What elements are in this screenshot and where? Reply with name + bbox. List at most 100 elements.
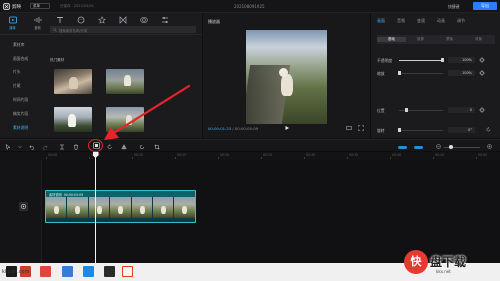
tab-animation[interactable]: 动画 <box>437 18 445 24</box>
video-preview[interactable] <box>246 30 327 124</box>
subtab-mask[interactable]: 蒙版 <box>435 37 464 42</box>
video-clip[interactable]: 素材说明 00:00:05:09 <box>45 190 196 223</box>
opacity-knob[interactable] <box>441 58 444 62</box>
media-thumbnail[interactable] <box>54 69 92 94</box>
zoom-knob[interactable] <box>449 145 453 149</box>
clip-frame <box>110 197 132 218</box>
position-value[interactable]: 0 <box>448 107 475 113</box>
select-icon[interactable] <box>5 144 11 150</box>
tab-prop-audio[interactable]: 音频 <box>397 18 405 24</box>
subtab-background[interactable]: 背景 <box>464 37 493 42</box>
tab-picture[interactable]: 画面 <box>377 18 385 24</box>
sidebar-item-outro[interactable]: 片尾 <box>13 83 21 89</box>
subtab-basic[interactable]: 基础 <box>377 37 406 42</box>
app-taskbar-icon[interactable] <box>122 266 133 277</box>
reverse-icon[interactable] <box>107 144 113 150</box>
app-taskbar-icon[interactable] <box>62 266 73 277</box>
rotate-clip-icon[interactable] <box>139 144 145 150</box>
shortcut-button[interactable]: 快捷键 <box>448 4 459 12</box>
tab-audio[interactable]: 音频 <box>29 15 46 33</box>
subtab-cutout[interactable]: 抠像 <box>406 37 435 42</box>
ruler-tick <box>347 157 348 159</box>
scale-slider[interactable] <box>399 73 443 74</box>
draft-status: 已保存 · 2022/04/01 <box>60 4 95 8</box>
media-icon <box>8 16 17 24</box>
timeline-ruler[interactable] <box>0 152 500 160</box>
ratio-icon[interactable] <box>346 125 352 131</box>
sidebar-item-library[interactable]: 素材库 <box>13 42 24 48</box>
properties-panel: 画面 音频 变速 动画 调节 基础 抠像 蒙版 背景 <box>371 13 500 138</box>
transition-icon <box>119 16 126 24</box>
text-icon <box>56 17 63 23</box>
project-title: 202108091925 <box>234 3 265 9</box>
adjust-icon <box>161 17 168 23</box>
ruler-tick-label: 00:25 <box>263 153 273 157</box>
sidebar-item-notes[interactable]: 素材说明 <box>13 125 28 131</box>
tab-media[interactable]: 媒体 <box>4 15 21 33</box>
crop-icon[interactable] <box>154 144 160 150</box>
clip-frame <box>67 197 89 218</box>
clip-frame <box>153 197 175 218</box>
zoom-out-icon[interactable] <box>436 144 441 149</box>
split-icon[interactable] <box>59 144 65 150</box>
undo-icon[interactable] <box>29 144 35 150</box>
title-bar: 剪映 菜单 已保存 · 2022/04/01 202108091925 快捷键 … <box>0 0 500 13</box>
ruler-tick <box>89 157 90 159</box>
ruler-tick <box>218 157 219 159</box>
delete-icon[interactable] <box>73 144 79 150</box>
tab-prop-adjust[interactable]: 调节 <box>457 18 465 24</box>
mirror-icon[interactable] <box>121 144 127 150</box>
track-cover-icon[interactable] <box>19 202 28 211</box>
play-icon[interactable] <box>284 125 290 131</box>
chevron-down-icon[interactable] <box>17 144 23 150</box>
total-time: 00:00:05:09 <box>234 126 259 131</box>
opacity-slider[interactable] <box>399 60 443 61</box>
ruler-tick-label: 00:50 <box>478 153 488 157</box>
magnet-toggle[interactable] <box>398 146 407 149</box>
opacity-value[interactable]: 100% <box>448 57 475 63</box>
scale-knob[interactable] <box>398 71 401 75</box>
zoom-in-icon[interactable] <box>487 144 492 149</box>
rotate-icon[interactable] <box>486 127 491 132</box>
search-icon <box>53 27 57 32</box>
scale-value[interactable]: 100% <box>448 70 475 76</box>
export-button[interactable]: 导出 <box>473 2 497 10</box>
ruler-tick-label: 00:10 <box>134 153 144 157</box>
app-logo-icon <box>3 3 10 10</box>
rotation-value[interactable]: 0° <box>448 127 475 133</box>
rotation-knob[interactable] <box>398 128 401 132</box>
ruler-tick <box>132 157 133 159</box>
link-toggle[interactable] <box>414 146 423 149</box>
app-taskbar-icon[interactable] <box>40 266 51 277</box>
clip-frame <box>131 197 153 218</box>
ruler-tick <box>175 157 176 159</box>
fullscreen-icon[interactable] <box>358 125 364 131</box>
ruler-tick <box>390 157 391 159</box>
prop-subtabs: 基础 抠像 蒙版 背景 <box>377 35 495 44</box>
effects-icon <box>97 16 106 24</box>
sidebar-item-funny-clips[interactable]: 搞笑片段 <box>13 111 28 117</box>
position-knob[interactable] <box>405 108 408 112</box>
track-header <box>0 160 42 263</box>
current-time: 00:00:01:23 <box>208 126 232 131</box>
app-taskbar-icon[interactable] <box>104 266 115 277</box>
sticker-icon <box>77 16 84 24</box>
corner-watermark: kkpan.com <box>2 269 30 275</box>
search-placeholder: 搜索素材名称/分类 <box>59 28 88 33</box>
redo-icon[interactable] <box>42 144 48 150</box>
sidebar-item-intro[interactable]: 片头 <box>13 69 21 75</box>
app-name: 剪映 <box>12 5 21 10</box>
filter-icon <box>139 17 148 23</box>
sidebar-item-composite[interactable]: 画面合成 <box>13 56 28 62</box>
sidebar-item-time-clips[interactable]: 时间片段 <box>13 97 28 103</box>
ruler-tick <box>433 157 434 159</box>
tab-speed[interactable]: 变速 <box>417 18 425 24</box>
app-taskbar-icon[interactable] <box>83 266 94 277</box>
search-input[interactable]: 搜索素材名称/分类 <box>50 26 196 33</box>
rotation-slider[interactable] <box>399 130 443 131</box>
playhead[interactable] <box>95 152 96 263</box>
menu-button[interactable]: 菜单 <box>30 3 50 9</box>
media-thumbnail[interactable] <box>106 107 144 132</box>
media-thumbnail[interactable] <box>54 107 92 132</box>
media-thumbnail[interactable] <box>106 69 144 94</box>
